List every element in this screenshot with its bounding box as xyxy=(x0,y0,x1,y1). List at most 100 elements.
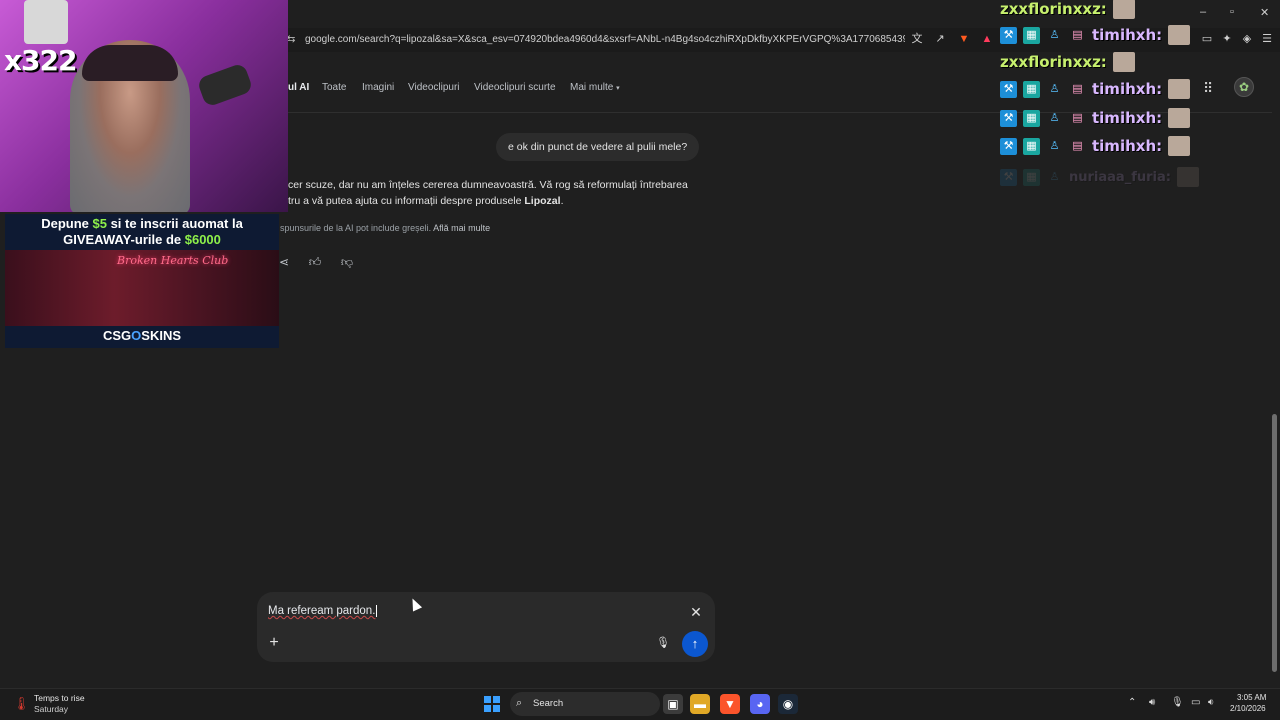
ad-brand-logo: CSGOSKINS xyxy=(5,328,279,343)
translate-icon[interactable]: 文 xyxy=(910,32,924,46)
ad-brand-part-2: O xyxy=(131,328,142,343)
account-avatar[interactable]: ✿ xyxy=(1234,77,1254,97)
ad-line-1-pre: Depune xyxy=(41,216,93,231)
start-button[interactable] xyxy=(484,696,500,712)
steam-icon[interactable]: ◉ xyxy=(778,694,798,714)
windows-logo-tile xyxy=(493,696,500,703)
chat-username: timihxh: xyxy=(1092,26,1163,44)
ad-headline: Depune $5 si te inscrii auomat la GIVEAW… xyxy=(5,216,279,248)
tab-more-label: Mai multe xyxy=(570,82,614,93)
text-caret xyxy=(376,605,378,617)
chat-username: zxxflorinxxz: xyxy=(1000,0,1107,18)
chat-message: ⚒ ▦ ♙ nuriaaa_furia: xyxy=(1000,167,1199,187)
menu-icon[interactable]: ☰ xyxy=(1260,32,1274,46)
discord-icon[interactable]: ◕ xyxy=(750,694,770,714)
file-explorer-icon[interactable]: ▬ xyxy=(690,694,710,714)
chat-username: zxxflorinxxz: xyxy=(1000,53,1107,71)
learn-more-link[interactable]: Află mai multe xyxy=(433,223,490,233)
ad-line-1: Depune $5 si te inscrii auomat la xyxy=(41,216,243,231)
followup-input-value: Ma refeream pardon. xyxy=(268,605,376,618)
brave-shields-icon[interactable]: ▼ xyxy=(957,32,971,46)
thumbs-up-icon[interactable]: 👍︎ xyxy=(307,254,323,270)
apps-grid-icon[interactable]: ⠿ xyxy=(1203,80,1219,96)
thermometer-icon[interactable]: 🌡︎ xyxy=(13,696,30,714)
chat-username: timihxh: xyxy=(1092,137,1163,155)
leo-ai-icon[interactable]: ✦ xyxy=(1220,32,1234,46)
sponsor-ad: Depune $5 si te inscrii auomat la GIVEAW… xyxy=(5,214,279,348)
task-view-icon[interactable]: ▣ xyxy=(663,694,683,714)
followup-input-box[interactable] xyxy=(257,592,715,662)
send-button[interactable]: ↑ xyxy=(682,631,708,657)
grid-badge-icon: ▦ xyxy=(1023,109,1040,127)
chat-emote xyxy=(1112,52,1135,72)
address-url[interactable]: google.com/search?q=lipozal&sa=X&sca_esv… xyxy=(305,34,905,45)
clear-input-button[interactable]: ✕ xyxy=(688,604,704,620)
display-icon[interactable]: ▭ xyxy=(1191,697,1200,708)
tab-images[interactable]: Imagini xyxy=(362,82,394,93)
chat-message: ⚒ ▦ ♙ ▤ timihxh: xyxy=(1000,79,1191,99)
gift-badge-icon: ▤ xyxy=(1072,139,1083,152)
speaker-icon[interactable]: 🔊︎ xyxy=(1149,697,1155,708)
thumbs-down-icon[interactable]: 👎︎ xyxy=(339,254,355,270)
gift-badge-icon: ▤ xyxy=(1072,82,1083,95)
microphone-tray-icon[interactable]: 🎙︎ xyxy=(1171,697,1184,708)
chat-message: ⚒ ▦ ♙ ▤ timihxh: xyxy=(1000,108,1191,128)
ai-response-line-1: cer scuze, dar nu am înțeles cererea dum… xyxy=(288,179,688,191)
weather-day[interactable]: Saturday xyxy=(34,704,68,714)
ai-response-text: tru a vă putea ajuta cu informații despr… xyxy=(288,195,525,207)
tab-short-videos[interactable]: Videoclipuri scurte xyxy=(474,82,556,93)
wallet-icon[interactable]: ▭ xyxy=(1200,32,1214,46)
ad-neon-sign: Broken Hearts Club xyxy=(117,254,229,267)
grid-badge-icon: ▦ xyxy=(1023,137,1040,155)
gift-badge-icon: ▤ xyxy=(1072,28,1083,41)
disclaimer-text: spunsurile de la AI pot include greșeli. xyxy=(280,223,432,233)
show-hidden-icons-icon[interactable]: ⌃ xyxy=(1128,697,1136,708)
chat-message: ⚒ ▦ ♙ ▤ timihxh: xyxy=(1000,25,1191,45)
windows-logo-tile xyxy=(484,696,491,703)
screen: ⇆ google.com/search?q=lipozal&sa=X&sca_e… xyxy=(0,0,1280,720)
webcam-overlay: x322 xyxy=(0,0,288,212)
close-window-icon[interactable]: ✕ xyxy=(1260,6,1269,19)
tab-more[interactable]: Mai multe ▾ xyxy=(570,82,620,93)
site-settings-icon[interactable]: ⇆ xyxy=(287,34,295,45)
add-attachment-button[interactable]: + xyxy=(266,635,282,651)
chat-emote xyxy=(1168,136,1191,156)
ad-line-2: GIVEAWAY-urile de $6000 xyxy=(63,232,221,247)
maximize-icon[interactable]: ▫ xyxy=(1230,6,1234,18)
chat-message: zxxflorinxxz: xyxy=(1000,52,1135,72)
chat-emote xyxy=(1176,167,1199,187)
volume-icon[interactable]: 🔉︎ xyxy=(1208,697,1214,708)
hammer-badge-icon: ⚒ xyxy=(1000,109,1017,127)
chat-emote xyxy=(1168,79,1191,99)
chat-emote xyxy=(1168,108,1191,128)
windows-logo-tile xyxy=(493,705,500,712)
tab-all[interactable]: Toate xyxy=(322,82,346,93)
microphone-icon[interactable]: 🎙︎ xyxy=(655,635,671,651)
ad-brand-part-3: SKINS xyxy=(141,328,182,343)
tab-videos[interactable]: Videoclipuri xyxy=(408,82,460,93)
chat-emote xyxy=(1112,0,1135,19)
clock-time[interactable]: 3:05 AM xyxy=(1237,693,1266,702)
followup-input[interactable]: Ma refeream pardon. xyxy=(268,605,378,618)
minimize-icon[interactable]: – xyxy=(1200,6,1206,18)
ad-line-1-post: si te inscrii auomat la xyxy=(106,216,243,231)
grid-badge-icon: ▦ xyxy=(1023,168,1040,186)
ad-line-2-pre: GIVEAWAY-urile de xyxy=(63,232,185,247)
brave-browser-icon[interactable]: ▼ xyxy=(720,694,740,714)
person-badge-icon: ♙ xyxy=(1049,170,1060,183)
hammer-badge-icon: ⚒ xyxy=(1000,168,1017,186)
clock-date[interactable]: 2/10/2026 xyxy=(1230,704,1266,713)
ad-deposit-amount: $5 xyxy=(92,216,107,231)
grid-badge-icon: ▦ xyxy=(1023,26,1040,44)
vpn-icon[interactable]: ◈ xyxy=(1240,32,1254,46)
tab-ai-mode[interactable]: ul AI xyxy=(288,82,309,93)
chat-message: zxxflorinxxz: xyxy=(1000,0,1135,19)
hammer-badge-icon: ⚒ xyxy=(1000,137,1017,155)
hammer-badge-icon: ⚒ xyxy=(1000,26,1017,44)
weather-headline[interactable]: Temps to rise xyxy=(34,693,85,703)
brave-rewards-icon[interactable]: ▲ xyxy=(980,32,994,46)
grid-badge-icon: ▦ xyxy=(1023,80,1040,98)
scrollbar-thumb[interactable] xyxy=(1272,414,1277,672)
share-icon[interactable]: ↗ xyxy=(933,32,947,46)
ad-giveaway-amount: $6000 xyxy=(184,232,221,247)
